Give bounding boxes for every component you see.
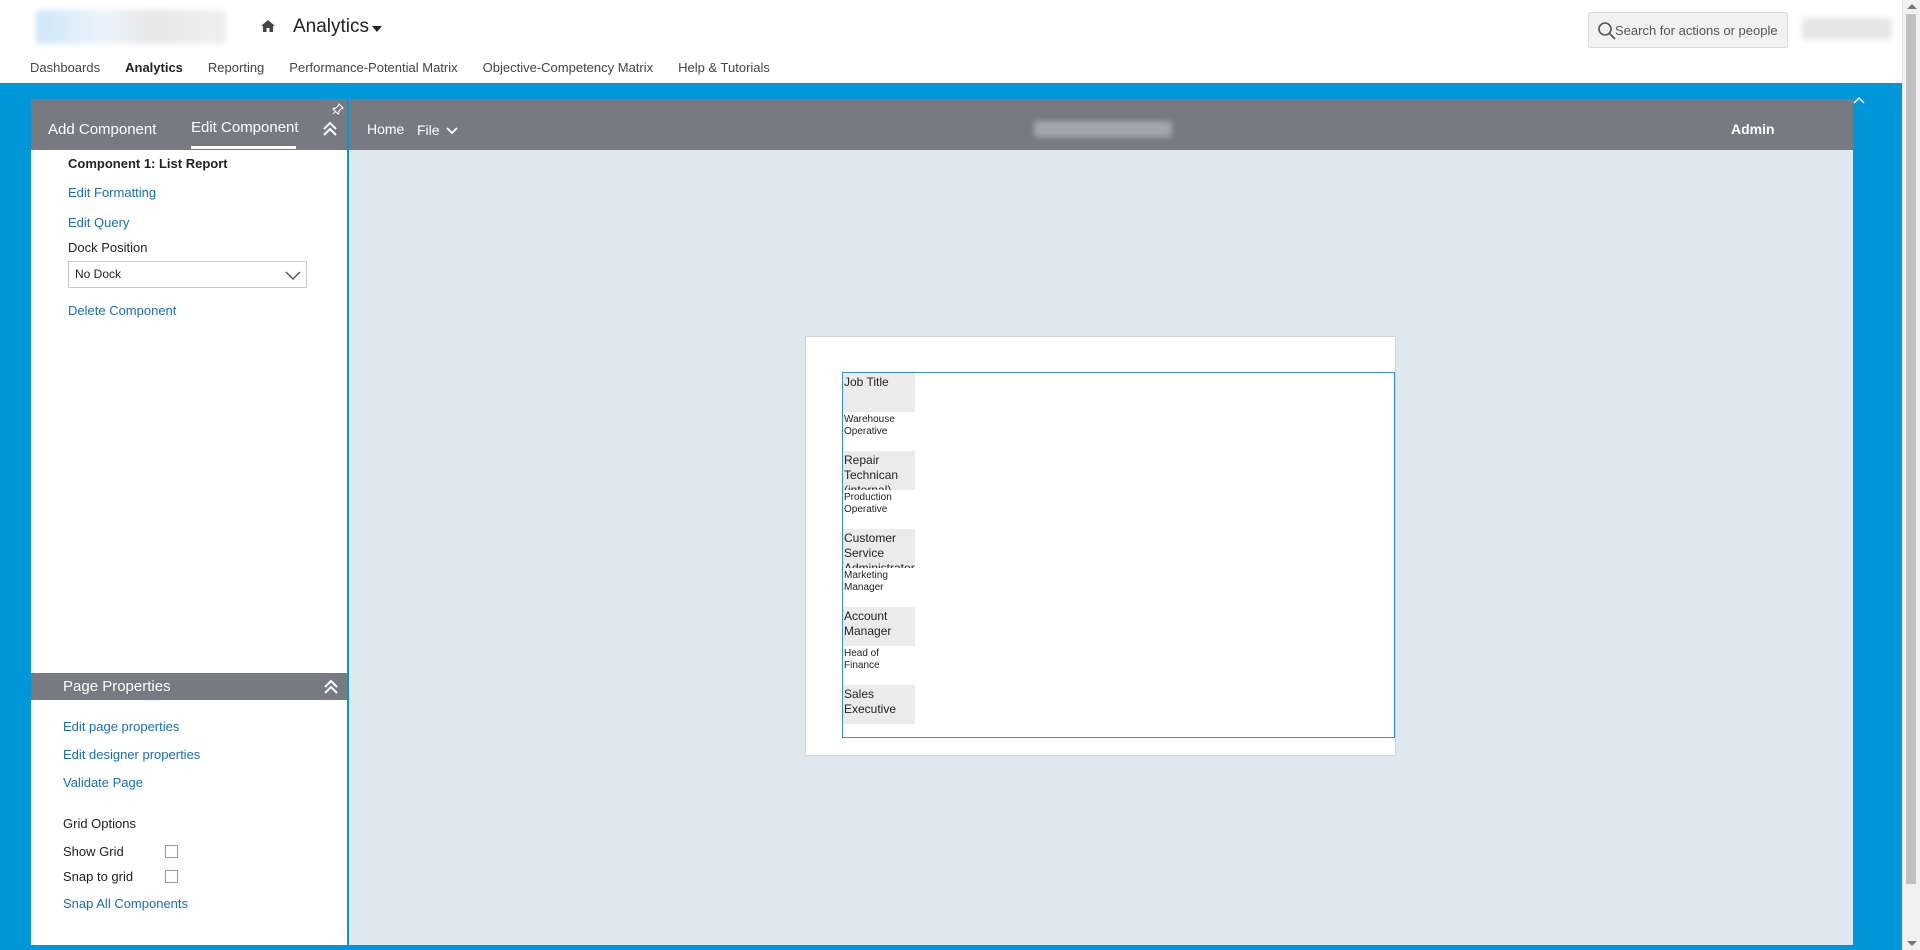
top-bar: Analytics Search for actions or people D…: [0, 0, 1902, 83]
main-nav: Dashboards Analytics Reporting Performan…: [30, 60, 795, 75]
dock-position-select[interactable]: No Dock: [68, 261, 307, 288]
list-header-cell: Account Manager: [843, 607, 915, 646]
collapse-panel-icon[interactable]: [322, 121, 338, 137]
snap-to-grid-label: Snap to grid: [63, 869, 134, 884]
pin-icon[interactable]: [332, 103, 344, 115]
search-placeholder: Search for actions or people: [1615, 23, 1778, 38]
app-menu-caret-icon[interactable]: [372, 26, 382, 32]
file-menu[interactable]: File: [417, 122, 440, 138]
tab-add-component[interactable]: Add Component: [48, 121, 156, 138]
nav-help-tutorials[interactable]: Help & Tutorials: [678, 60, 770, 75]
chevron-down-icon: [285, 271, 301, 280]
dock-position-value: No Dock: [75, 267, 122, 281]
home-link[interactable]: Home: [367, 121, 404, 137]
grid-options-label: Grid Options: [63, 816, 136, 831]
scroll-up-icon[interactable]: [1907, 4, 1917, 9]
collapse-header-icon[interactable]: [1852, 95, 1866, 105]
list-header-cell: Customer Service Administrator: [843, 529, 915, 568]
app-title[interactable]: Analytics: [293, 16, 369, 38]
canvas-header: Home File Admin: [349, 99, 1853, 150]
nav-performance-potential-matrix[interactable]: Performance-Potential Matrix: [289, 60, 457, 75]
dock-position-label: Dock Position: [68, 240, 148, 255]
list-report-component[interactable]: Job Title Warehouse Operative Repair Tec…: [842, 372, 1395, 738]
list-item: Warehouse Operative: [844, 414, 895, 437]
snap-all-components-link[interactable]: Snap All Components: [63, 896, 188, 911]
snap-to-grid-checkbox[interactable]: [165, 870, 178, 883]
list-item: Marketing Manager: [844, 570, 888, 593]
show-grid-label: Show Grid: [63, 844, 124, 859]
edit-designer-properties-link[interactable]: Edit designer properties: [63, 747, 200, 762]
nav-analytics[interactable]: Analytics: [125, 60, 183, 75]
scroll-down-icon[interactable]: [1907, 941, 1917, 946]
list-item: Head of Finance: [844, 648, 880, 671]
component-panel-header: Add Component Edit Component: [31, 99, 347, 150]
delete-component-link[interactable]: Delete Component: [68, 303, 176, 318]
user-menu[interactable]: [1802, 18, 1892, 40]
company-logo[interactable]: [36, 10, 226, 44]
list-header-cell: Sales Executive: [843, 685, 915, 724]
page-scrollbar[interactable]: [1902, 0, 1920, 950]
edit-formatting-link[interactable]: Edit Formatting: [68, 185, 156, 200]
search-icon: [1598, 22, 1616, 40]
admin-label[interactable]: Admin: [1731, 121, 1775, 137]
edit-query-link[interactable]: Edit Query: [68, 215, 129, 230]
validate-page-link[interactable]: Validate Page: [63, 775, 143, 790]
collapse-page-properties-icon[interactable]: [323, 679, 339, 695]
component-panel: Add Component Edit Component Component 1…: [31, 99, 347, 945]
home-icon[interactable]: [259, 17, 277, 35]
design-canvas[interactable]: Home File Admin Job Title Warehouse Oper…: [349, 99, 1853, 945]
show-grid-checkbox[interactable]: [165, 845, 178, 858]
nav-reporting[interactable]: Reporting: [208, 60, 264, 75]
tab-edit-component[interactable]: Edit Component: [191, 119, 299, 136]
active-tab-indicator: [191, 146, 296, 149]
page-name: [1034, 121, 1172, 137]
page-properties-header: Page Properties: [31, 673, 347, 700]
component-title: Component 1: List Report: [68, 156, 228, 171]
page-properties-title: Page Properties: [63, 678, 171, 695]
list-header-cell: Job Title: [843, 373, 915, 412]
chevron-down-icon[interactable]: [446, 126, 458, 135]
edit-page-properties-link[interactable]: Edit page properties: [63, 719, 179, 734]
nav-objective-competency-matrix[interactable]: Objective-Competency Matrix: [483, 60, 654, 75]
scrollbar-thumb[interactable]: [1906, 14, 1916, 884]
list-item: Production Operative: [844, 492, 892, 515]
nav-dashboards[interactable]: Dashboards: [30, 60, 100, 75]
list-header-cell: Repair Technican (internal): [843, 451, 915, 490]
search-box[interactable]: Search for actions or people: [1588, 12, 1788, 48]
